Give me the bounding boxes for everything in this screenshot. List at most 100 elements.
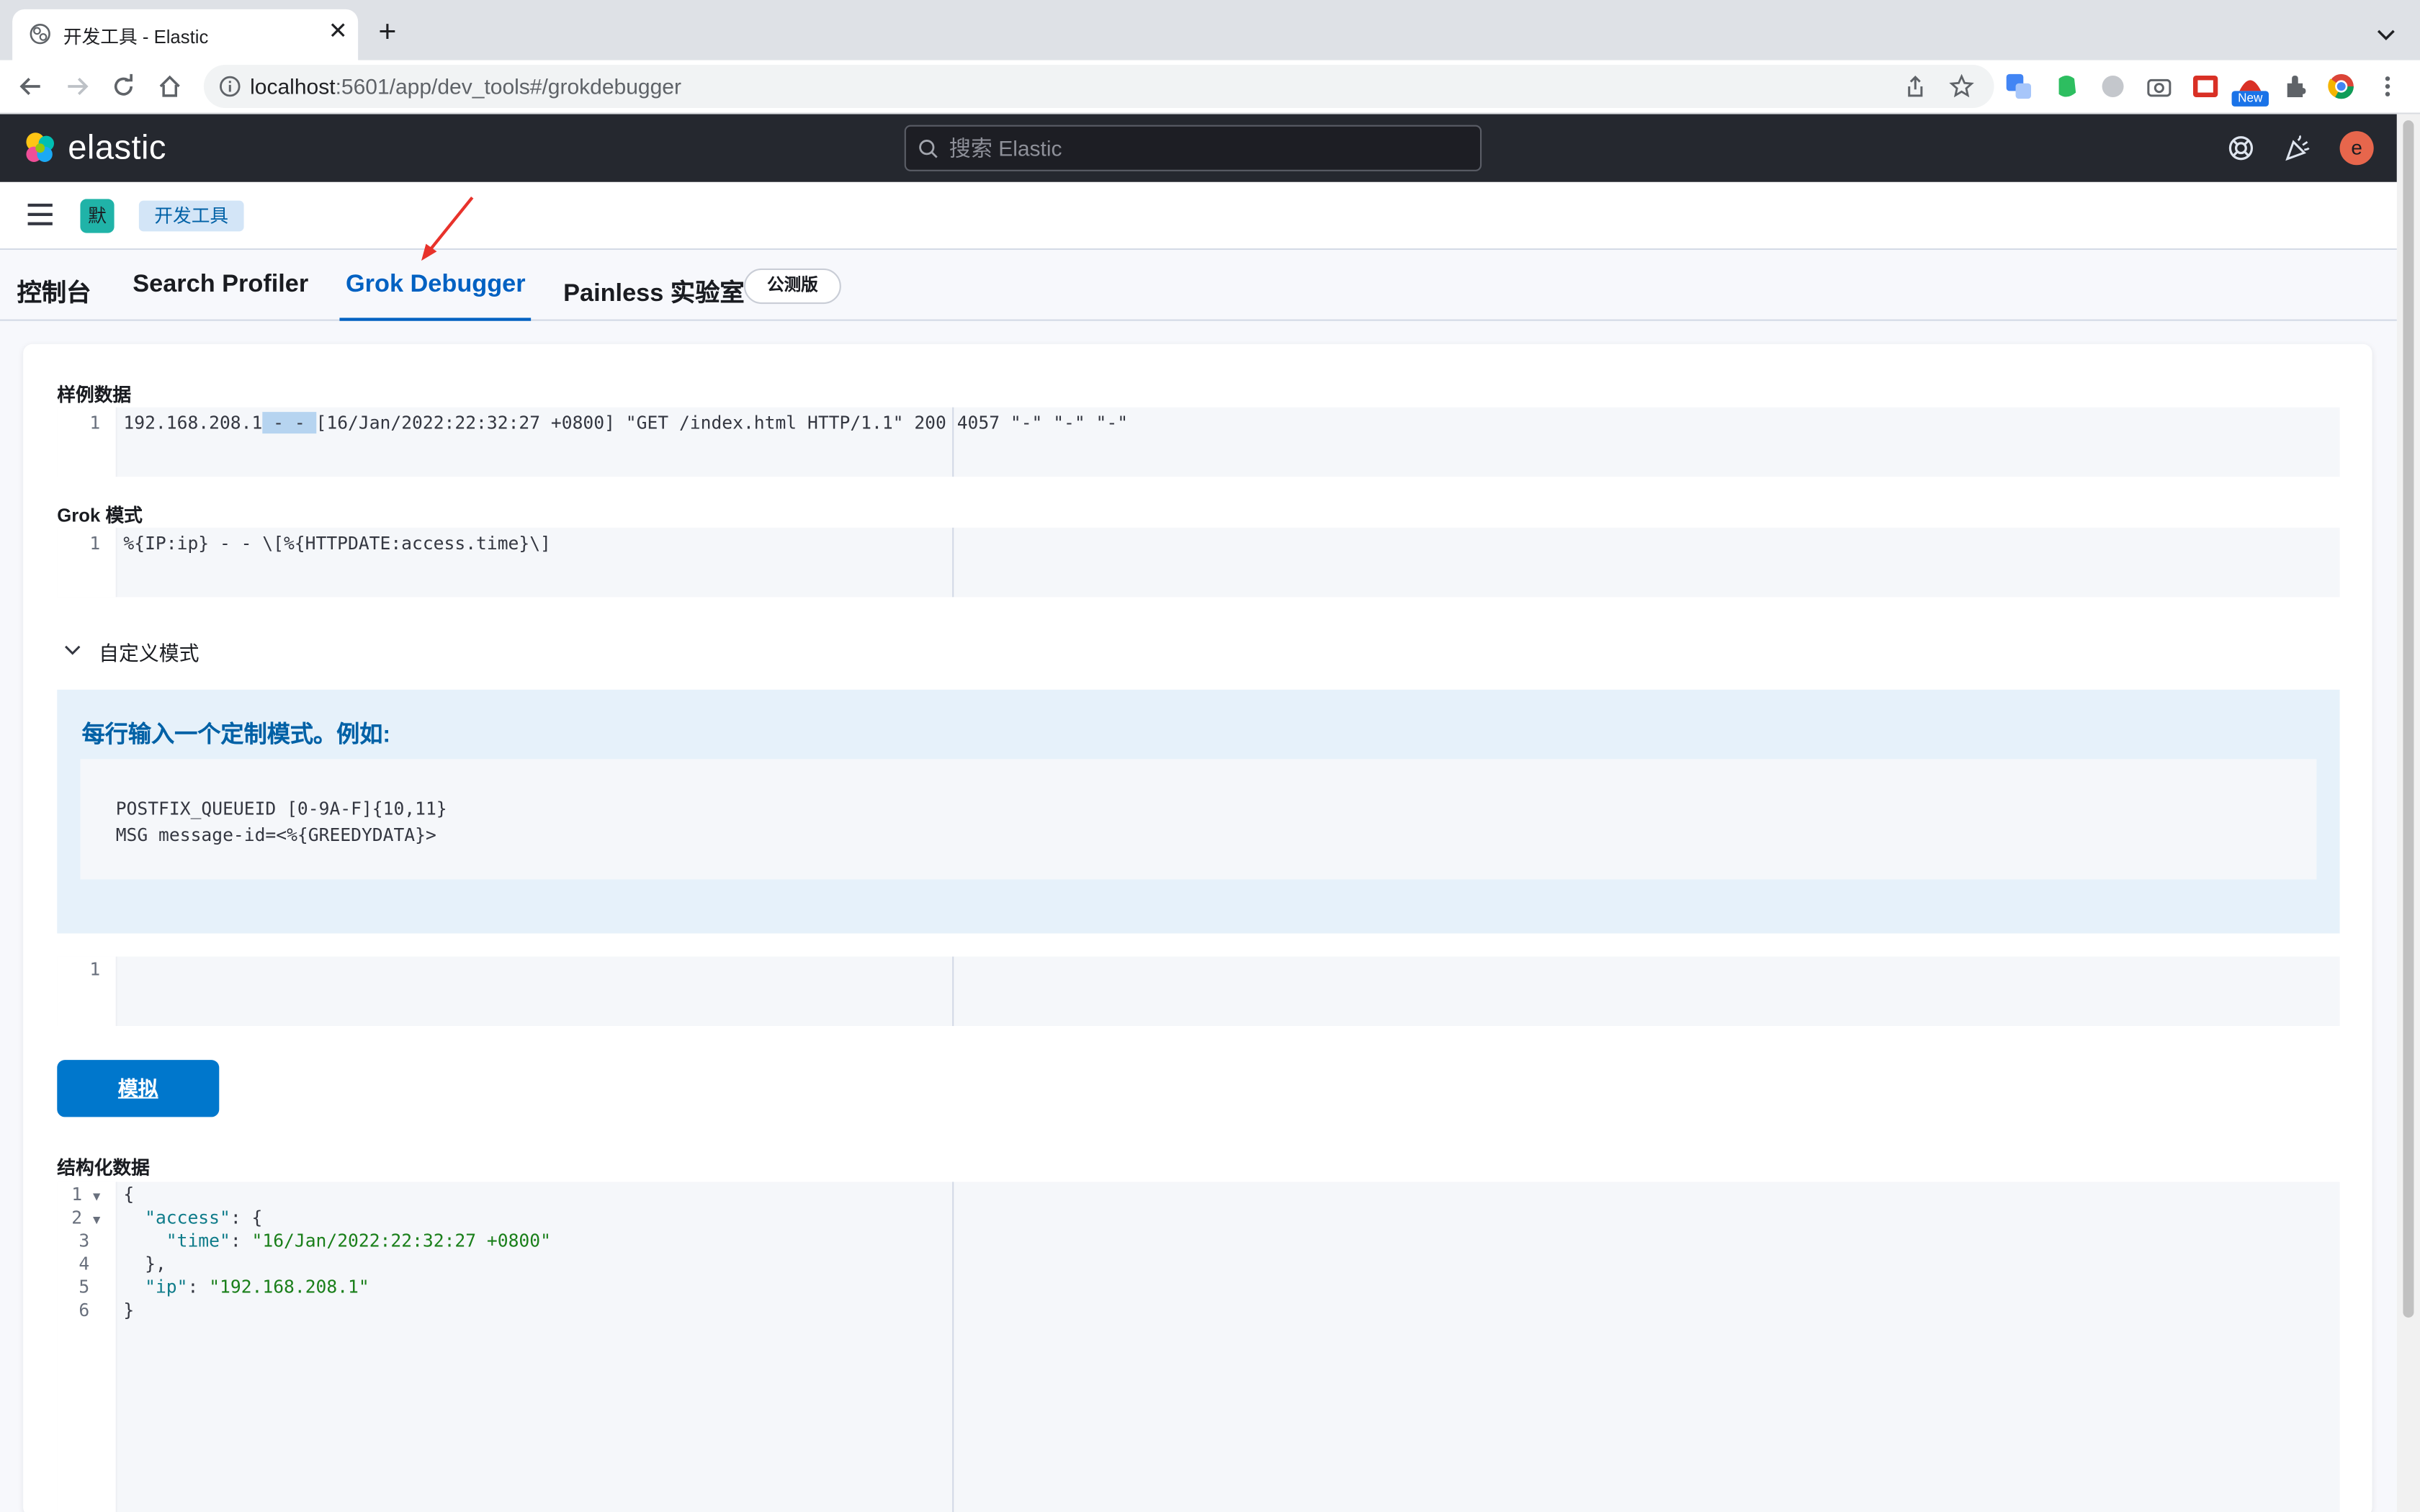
grok-pattern-line: %{IP:ip} - - \[%{HTTPDATE:access.time}\] <box>123 532 551 554</box>
selected-text: - - <box>262 412 316 434</box>
json-token: "access" <box>145 1206 230 1228</box>
json-token: "16/Jan/2022:22:32:27 +0800" <box>251 1229 551 1251</box>
share-icon[interactable] <box>1903 74 1927 99</box>
line-number: 2 ▼ <box>71 1206 101 1228</box>
beta-badge: 公测版 <box>743 268 841 305</box>
example-line: MSG message-id=<%{GREEDYDATA}> <box>115 824 436 846</box>
json-token: : <box>187 1276 210 1298</box>
puzzle-extensions-icon[interactable] <box>2282 73 2311 101</box>
bookmark-star-icon[interactable] <box>1949 73 1974 99</box>
new-tab-icon[interactable]: + <box>375 17 400 48</box>
callout-code-block: POSTFIX_QUEUEID [0-9A-F]{10,11} MSG mess… <box>80 759 2317 880</box>
page-scrollbar[interactable] <box>2396 114 2420 1512</box>
json-token: : { <box>230 1206 263 1228</box>
json-token: "192.168.208.1" <box>209 1276 369 1298</box>
elastic-logo-icon[interactable] <box>22 130 58 166</box>
chevron-down-icon <box>65 645 81 655</box>
json-token: : <box>230 1229 252 1251</box>
profile-chrome-icon[interactable] <box>2327 73 2355 101</box>
print-margin <box>952 1182 954 1512</box>
json-token: "time" <box>166 1229 230 1251</box>
tab-search-profiler[interactable]: Search Profiler <box>133 271 308 321</box>
fe-extension-icon[interactable] <box>2192 73 2220 101</box>
red-annotation-arrow <box>421 196 474 261</box>
back-icon[interactable] <box>17 73 45 101</box>
home-icon[interactable] <box>156 73 184 101</box>
space-avatar[interactable]: 默 <box>80 199 115 233</box>
sample-data-editor[interactable]: 1 192.168.208.1 - - [16/Jan/2022:22:32:2… <box>57 407 2340 477</box>
json-line: "time": "16/Jan/2022:22:32:27 +0800" <box>123 1230 551 1251</box>
custom-patterns-editor[interactable]: 1 <box>57 956 2340 1026</box>
breadcrumb-bar: 默 开发工具 <box>0 181 2397 251</box>
sample-data-line: 192.168.208.1 - - [16/Jan/2022:22:32:27 … <box>123 412 1129 434</box>
reload-icon[interactable] <box>109 73 138 101</box>
chevron-down-icon[interactable] <box>2374 22 2398 46</box>
global-search[interactable] <box>904 125 1482 171</box>
editor-gutter: 1 ▼ 2 ▼ 3 4 5 6 <box>57 1182 117 1512</box>
grok-debugger-panel: 样例数据 1 192.168.208.1 - - [16/Jan/2022:22… <box>23 343 2372 1512</box>
print-margin <box>952 527 954 598</box>
help-icon[interactable] <box>2227 134 2255 162</box>
grok-pattern-editor[interactable]: 1 %{IP:ip} - - \[%{HTTPDATE:access.time}… <box>57 527 2340 598</box>
user-avatar[interactable]: e <box>2339 131 2374 166</box>
fold-arrow-icon[interactable]: ▼ <box>93 1189 100 1203</box>
camera-extension-icon[interactable] <box>2146 73 2174 101</box>
json-token: { <box>123 1183 135 1205</box>
close-tab-icon[interactable]: ✕ <box>324 19 352 47</box>
scrollbar-thumb[interactable] <box>2403 120 2414 1318</box>
editor-gutter: 1 <box>57 527 117 598</box>
address-url[interactable]: localhost:5601/app/dev_tools#/grokdebugg… <box>250 74 681 99</box>
example-line: POSTFIX_QUEUEID [0-9A-F]{10,11} <box>115 797 447 819</box>
custom-patterns-callout: 每行输入一个定制模式。例如: POSTFIX_QUEUEID [0-9A-F]{… <box>57 689 2340 934</box>
kebab-menu-icon[interactable] <box>2374 73 2402 101</box>
structured-data-output[interactable]: 1 ▼ 2 ▼ 3 4 5 6 { "access": { "time": "1… <box>57 1182 2340 1512</box>
dev-tools-page: 控制台 Search Profiler Grok Debugger Painle… <box>0 250 2397 1512</box>
json-line: "ip": "192.168.208.1" <box>123 1276 369 1297</box>
disabled-extension-icon[interactable] <box>2099 73 2127 101</box>
line-number: 1 <box>89 958 101 980</box>
elastic-favicon-icon <box>30 23 50 45</box>
json-line: { <box>123 1184 134 1205</box>
evernote-extension-icon[interactable] <box>2053 73 2081 101</box>
editor-gutter: 1 <box>57 956 117 1026</box>
line-number: 3 <box>79 1229 90 1251</box>
breadcrumb[interactable]: 开发工具 <box>138 200 244 232</box>
json-line: } <box>123 1299 134 1320</box>
browser-tab-title: 开发工具 - Elastic <box>63 26 209 48</box>
custom-patterns-label: 自定义模式 <box>99 642 200 665</box>
line-number: 1 ▼ <box>71 1183 101 1205</box>
translate-extension-icon[interactable] <box>2005 73 2033 101</box>
browser-tab[interactable]: 开发工具 - Elastic ✕ <box>12 9 359 60</box>
url-path: :5601/app/dev_tools#/grokdebugger <box>335 73 681 99</box>
structured-data-label: 结构化数据 <box>57 1157 150 1179</box>
line-number: 6 <box>79 1299 90 1321</box>
dev-tools-tabs: 控制台 Search Profiler Grok Debugger Painle… <box>0 250 2397 321</box>
tab-painless-lab[interactable]: Painless 实验室 <box>563 271 745 321</box>
info-icon[interactable] <box>219 76 241 97</box>
editor-gutter: 1 <box>57 407 117 477</box>
fold-arrow-icon[interactable]: ▼ <box>93 1212 100 1226</box>
json-line: "access": { <box>123 1207 262 1228</box>
tab-console[interactable]: 控制台 <box>17 271 91 321</box>
kibana-header: elastic e <box>0 114 2397 182</box>
search-icon <box>919 140 938 158</box>
sample-rest-text: [16/Jan/2022:22:32:27 +0800] "GET /index… <box>315 412 1129 434</box>
json-token: }, <box>123 1253 166 1274</box>
line-number: 4 <box>79 1253 90 1274</box>
new-badge: New <box>2231 91 2269 107</box>
simulate-button[interactable]: 模拟 <box>57 1060 220 1117</box>
address-bar[interactable]: localhost:5601/app/dev_tools#/grokdebugg… <box>203 65 1994 108</box>
sample-data-label: 样例数据 <box>57 384 132 406</box>
newsfeed-cheer-icon[interactable] <box>2284 134 2312 162</box>
menu-hamburger-icon[interactable] <box>27 203 53 225</box>
elastic-logo-text[interactable]: elastic <box>68 128 166 168</box>
sample-ip-text: 192.168.208.1 <box>123 412 263 434</box>
search-input[interactable] <box>949 132 1458 164</box>
forward-icon[interactable] <box>63 73 91 101</box>
print-margin <box>952 956 954 1026</box>
tab-grok-debugger[interactable]: Grok Debugger <box>339 271 532 321</box>
line-number: 1 <box>89 532 101 554</box>
